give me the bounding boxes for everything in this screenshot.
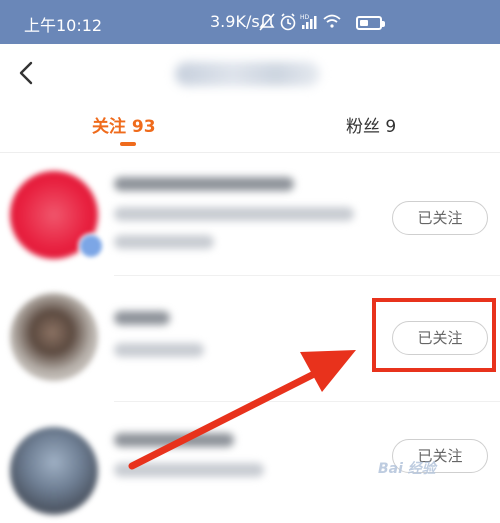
status-icons: HD	[258, 10, 354, 38]
battery-tip	[382, 21, 385, 27]
bio-blurred	[114, 207, 354, 221]
signal-icon: HD	[300, 14, 317, 29]
meta-blurred	[114, 235, 214, 249]
list-item[interactable]: 已关注	[0, 153, 500, 276]
username-blurred	[114, 177, 294, 191]
tab-fans[interactable]: 粉丝 9	[346, 112, 396, 137]
verified-badge	[78, 233, 104, 259]
battery-icon	[356, 16, 385, 30]
bio-blurred	[114, 343, 204, 357]
watermark: Bai 经验	[378, 461, 436, 477]
bio-blurred	[114, 463, 264, 477]
chevron-left-icon	[19, 61, 33, 85]
svg-text:HD: HD	[300, 14, 310, 21]
status-bar: 上午10:12 3.9K/s HD	[0, 0, 500, 44]
avatar[interactable]	[10, 293, 98, 381]
username-blurred	[114, 311, 170, 325]
active-tab-indicator	[120, 142, 136, 146]
wifi-icon	[323, 14, 341, 28]
avatar[interactable]	[10, 427, 98, 515]
battery-fill	[360, 20, 369, 26]
divider	[114, 275, 500, 276]
annotation-highlight-box	[372, 298, 496, 372]
header	[0, 44, 500, 104]
username-blurred	[114, 433, 234, 447]
divider	[114, 401, 500, 402]
followed-button[interactable]: 已关注	[392, 201, 488, 235]
mute-bell-icon	[259, 13, 275, 31]
tab-bar: 关注 93 粉丝 9	[0, 104, 500, 152]
alarm-icon	[280, 13, 296, 31]
page-title-blurred	[175, 62, 320, 86]
tab-following[interactable]: 关注 93	[92, 112, 156, 137]
network-speed: 3.9K/s	[210, 12, 260, 31]
status-time: 上午10:12	[24, 16, 103, 35]
back-button[interactable]	[12, 58, 42, 88]
